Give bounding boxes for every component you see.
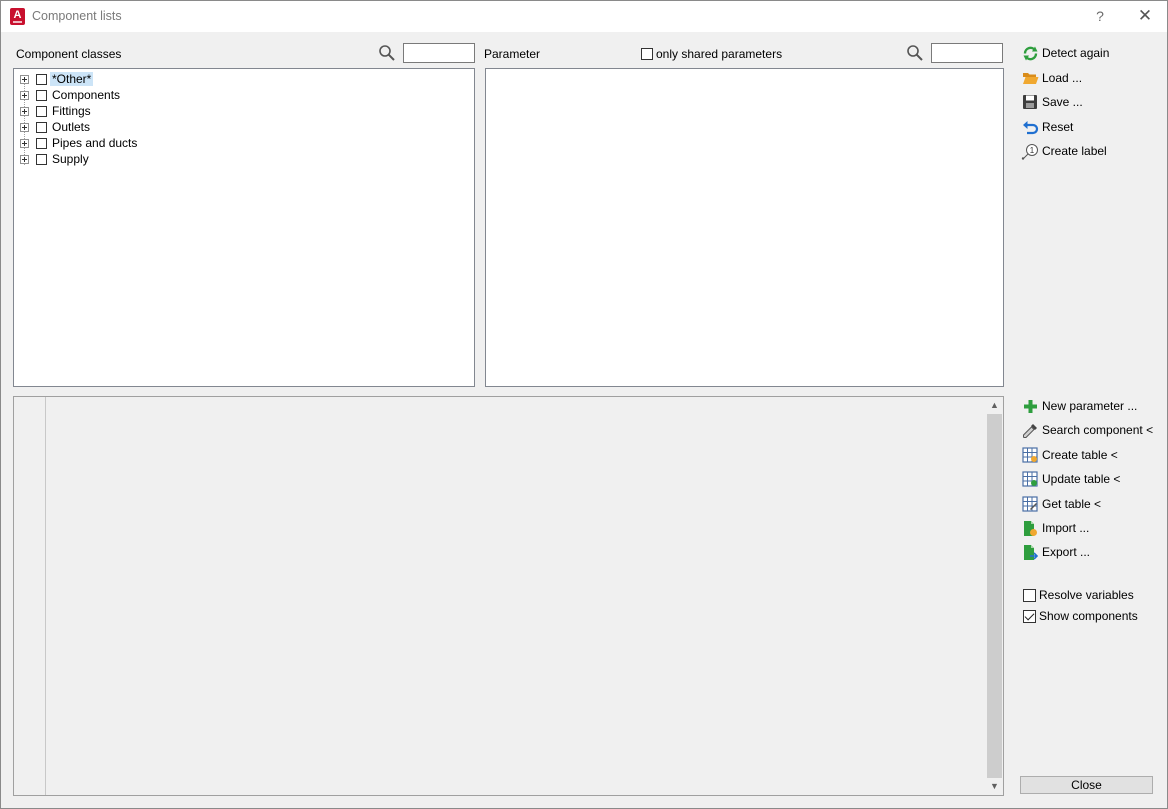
parameter-search-input[interactable] xyxy=(931,43,1003,63)
component-classes-label: Component classes xyxy=(16,47,122,61)
detect-again-button[interactable]: Detect again xyxy=(1021,43,1109,63)
load-label: Load ... xyxy=(1042,71,1083,85)
refresh-icon xyxy=(1021,44,1039,62)
import-label: Import ... xyxy=(1042,521,1090,535)
update-table-label: Update table < xyxy=(1042,472,1121,486)
show-components-toggle[interactable]: Show components xyxy=(1023,608,1138,624)
show-components-checkbox[interactable] xyxy=(1023,609,1036,623)
export-icon xyxy=(1021,543,1039,561)
tree-item-checkbox[interactable] xyxy=(36,89,47,101)
help-button[interactable]: ? xyxy=(1091,6,1109,26)
scroll-thumb[interactable] xyxy=(987,414,1002,778)
create-label-button[interactable]: 1 Create label xyxy=(1021,141,1107,161)
save-label: Save ... xyxy=(1042,95,1083,109)
grid-row-header xyxy=(14,397,46,795)
detect-again-label: Detect again xyxy=(1042,46,1110,60)
get-table-label: Get table < xyxy=(1042,497,1102,511)
tree-item-label[interactable]: Outlets xyxy=(50,120,92,134)
get-table-button[interactable]: Get table < xyxy=(1021,494,1101,514)
export-label: Export ... xyxy=(1042,545,1091,559)
tree-item[interactable]: Outlets xyxy=(20,119,92,135)
table-create-icon xyxy=(1021,446,1039,464)
tree-item-label[interactable]: Fittings xyxy=(50,104,93,118)
expand-icon[interactable] xyxy=(20,90,29,100)
tree-item-checkbox[interactable] xyxy=(36,137,47,149)
tree-item[interactable]: *Other* xyxy=(20,71,94,87)
expand-icon[interactable] xyxy=(20,138,29,148)
resolve-variables-checkbox[interactable] xyxy=(1023,588,1036,602)
export-button[interactable]: Export ... xyxy=(1021,542,1090,562)
vertical-scrollbar[interactable]: ▲ ▼ xyxy=(986,397,1003,795)
component-classes-search-input[interactable] xyxy=(403,43,475,63)
scroll-down-icon[interactable]: ▼ xyxy=(986,778,1003,795)
update-table-button[interactable]: Update table < xyxy=(1021,469,1120,489)
title-bar: A Component lists ? ✕ xyxy=(1,1,1167,32)
tree-item-checkbox[interactable] xyxy=(36,73,47,85)
undo-icon xyxy=(1021,118,1039,136)
search-component-button[interactable]: Search component < xyxy=(1021,420,1153,440)
search-component-label: Search component < xyxy=(1042,423,1154,437)
tree-item-label[interactable]: Pipes and ducts xyxy=(50,136,139,150)
tree-item-label[interactable]: Supply xyxy=(50,152,91,166)
expand-icon[interactable] xyxy=(20,106,29,116)
expand-icon[interactable] xyxy=(20,74,29,84)
only-shared-parameters-label: only shared parameters xyxy=(656,47,783,61)
component-classes-tree[interactable]: *Other* Components Fittings Outlets Pipe… xyxy=(13,68,475,387)
import-icon xyxy=(1021,519,1039,537)
parameter-label: Parameter xyxy=(484,47,541,61)
label-icon: 1 xyxy=(1021,142,1039,160)
eyedropper-icon xyxy=(1021,421,1039,439)
resolve-variables-label: Resolve variables xyxy=(1039,588,1134,602)
load-button[interactable]: Load ... xyxy=(1021,68,1082,88)
only-shared-parameters-toggle[interactable]: only shared parameters xyxy=(641,47,782,61)
plus-icon xyxy=(1021,397,1039,415)
results-grid[interactable]: ▲ ▼ xyxy=(13,396,1004,796)
tree-item-checkbox[interactable] xyxy=(36,153,47,165)
folder-icon xyxy=(1021,69,1039,87)
show-components-label: Show components xyxy=(1039,609,1138,623)
create-label-label: Create label xyxy=(1042,144,1107,158)
tree-item-label[interactable]: *Other* xyxy=(50,72,94,86)
component-lists-dialog: A Component lists ? ✕ Component classes … xyxy=(0,0,1168,809)
window-title: Component lists xyxy=(32,9,122,23)
search-icon xyxy=(907,45,923,61)
tree-item[interactable]: Supply xyxy=(20,151,91,167)
create-table-label: Create table < xyxy=(1042,448,1118,462)
reset-label: Reset xyxy=(1042,120,1074,134)
resolve-variables-toggle[interactable]: Resolve variables xyxy=(1023,587,1134,603)
tree-item-checkbox[interactable] xyxy=(36,121,47,133)
tree-item[interactable]: Fittings xyxy=(20,103,93,119)
table-get-icon xyxy=(1021,495,1039,513)
tree-item-checkbox[interactable] xyxy=(36,105,47,117)
close-button[interactable]: Close xyxy=(1020,776,1153,794)
floppy-icon xyxy=(1021,93,1039,111)
parameter-list[interactable] xyxy=(485,68,1004,387)
expand-icon[interactable] xyxy=(20,154,29,164)
tree-item[interactable]: Pipes and ducts xyxy=(20,135,139,151)
table-update-icon xyxy=(1021,470,1039,488)
create-table-button[interactable]: Create table < xyxy=(1021,445,1118,465)
save-button[interactable]: Save ... xyxy=(1021,92,1083,112)
close-icon[interactable]: ✕ xyxy=(1135,6,1155,26)
svg-text:1: 1 xyxy=(1030,146,1035,155)
only-shared-parameters-checkbox[interactable] xyxy=(641,48,653,60)
import-button[interactable]: Import ... xyxy=(1021,518,1089,538)
scroll-up-icon[interactable]: ▲ xyxy=(986,397,1003,414)
new-parameter-label: New parameter ... xyxy=(1042,399,1138,413)
tree-item-label[interactable]: Components xyxy=(50,88,122,102)
new-parameter-button[interactable]: New parameter ... xyxy=(1021,396,1137,416)
reset-button[interactable]: Reset xyxy=(1021,117,1073,137)
search-icon xyxy=(379,45,395,61)
app-logo-icon: A xyxy=(10,8,25,25)
expand-icon[interactable] xyxy=(20,122,29,132)
tree-item[interactable]: Components xyxy=(20,87,122,103)
